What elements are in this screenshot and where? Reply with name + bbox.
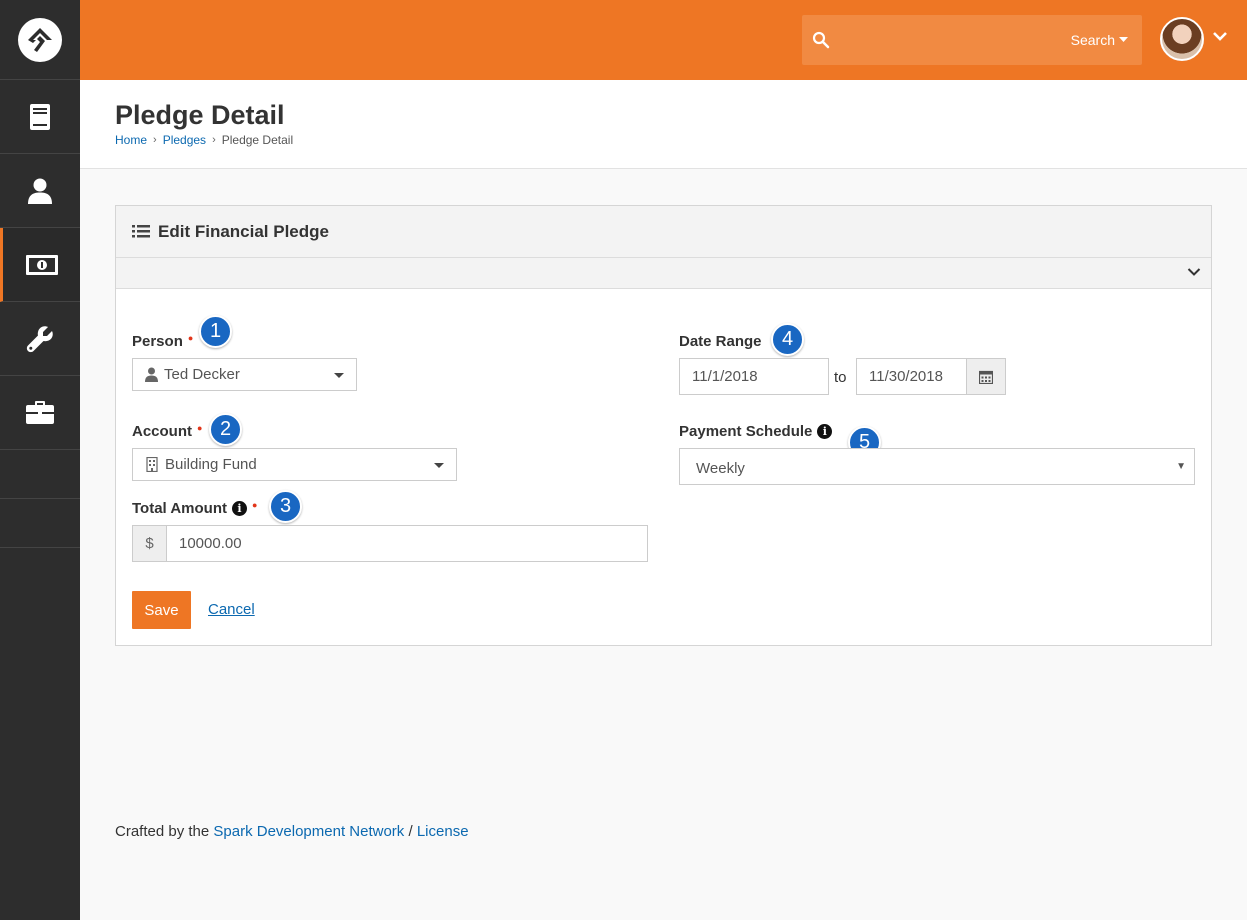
save-button[interactable]: Save [132,591,191,629]
breadcrumb-current: Pledge Detail [221,133,294,147]
footer-license-link[interactable]: License [417,823,469,840]
breadcrumb: Home › Pledges › Pledge Detail [115,133,293,147]
briefcase-icon [26,400,54,424]
account-label-text: Account [132,423,192,440]
footer: Crafted by the Spark Development Network… [115,823,469,840]
person-label-text: Person [132,333,183,350]
total-amount-label-text: Total Amount [132,500,227,517]
caret-down-icon [334,373,344,378]
search-type-label: Search [1070,32,1115,48]
chevron-down-icon[interactable] [1187,267,1201,277]
money-icon [25,254,58,275]
chevron-down-icon[interactable] [1212,30,1228,42]
search-type-dropdown[interactable]: Search [1071,32,1128,48]
sidebar-item-book[interactable] [0,80,80,154]
callout-badge-3: 3 [269,490,302,523]
required-indicator: ● [251,499,258,510]
page-title: Pledge Detail [115,100,285,130]
breadcrumb-separator-icon: › [212,134,216,146]
footer-prefix: Crafted by the [115,823,210,840]
callout-badge-1: 1 [199,315,232,348]
calendar-icon [979,370,993,384]
person-icon [28,178,52,204]
payment-schedule-label: Payment Schedule i [679,423,833,440]
total-amount-label: Total Amount i ● [132,499,258,518]
pledge-panel: Edit Financial Pledge [115,205,1212,646]
total-amount-input[interactable]: 10000.00 [166,525,648,562]
wrench-icon [26,325,53,352]
calendar-button[interactable] [966,358,1006,395]
building-icon [146,457,158,472]
payment-schedule-select[interactable]: Weekly ▼ [679,448,1195,485]
list-icon [132,225,150,238]
panel-title: Edit Financial Pledge [158,222,329,241]
breadcrumb-home[interactable]: Home [115,133,147,147]
required-indicator: ● [187,332,194,343]
breadcrumb-separator-icon: › [153,134,157,146]
date-range-start-input[interactable]: 11/1/2018 [679,358,829,395]
sidebar-item-admin[interactable] [0,376,80,450]
top-bar: Search [80,0,1247,80]
footer-divider: / [408,823,413,840]
page-header: Pledge Detail Home › Pledges › Pledge De… [80,80,1247,169]
sidebar-item-people[interactable] [0,154,80,228]
book-icon [30,103,50,130]
sidebar-item-finance[interactable] [0,228,80,302]
info-icon[interactable]: i [231,501,247,516]
caret-down-icon [434,463,444,468]
panel-drawer[interactable] [116,258,1211,289]
user-avatar[interactable] [1160,17,1204,61]
breadcrumb-pledges[interactable]: Pledges [163,133,206,147]
info-icon[interactable]: i [817,424,833,439]
account-value: Building Fund [165,456,257,473]
person-picker[interactable]: Ted Decker [132,358,357,391]
rock-logo-icon [18,17,62,62]
payment-schedule-label-text: Payment Schedule [679,423,813,440]
rock-logo[interactable] [0,0,80,80]
person-value: Ted Decker [164,366,240,383]
person-icon [145,367,158,382]
account-picker[interactable]: Building Fund [132,448,457,481]
date-range-separator: to [834,369,847,386]
date-range-end-input[interactable]: 11/30/2018 [856,358,968,395]
account-label: Account ● [132,422,203,441]
search-bar[interactable]: Search [802,15,1142,65]
sidebar-item-tools[interactable] [0,302,80,376]
callout-badge-2: 2 [209,413,242,446]
search-icon [812,31,830,49]
footer-spark-link[interactable]: Spark Development Network [213,823,404,840]
person-label: Person ● [132,332,194,351]
required-indicator: ● [197,422,203,433]
caret-down-icon: ▼ [1176,461,1186,472]
cancel-button[interactable]: Cancel [208,601,255,618]
callout-badge-4: 4 [771,323,804,356]
caret-down-icon [1119,37,1128,42]
currency-addon: $ [132,525,167,562]
sidebar [0,0,80,920]
payment-schedule-value: Weekly [696,459,745,477]
date-range-label: Date Range [679,333,762,350]
panel-heading: Edit Financial Pledge [116,206,1211,258]
sidebar-spacer [0,499,80,548]
sidebar-spacer [0,450,80,499]
